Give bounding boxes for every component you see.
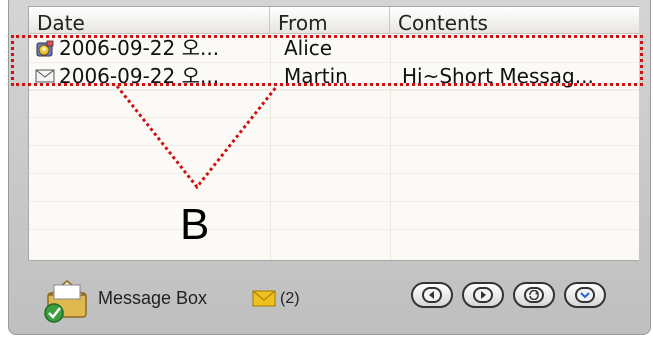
- annotation-label: B: [180, 200, 210, 249]
- refresh-button[interactable]: [513, 282, 555, 308]
- previous-button[interactable]: [411, 282, 453, 308]
- message-count: (2): [280, 290, 300, 307]
- chevron-down-icon: [580, 292, 590, 299]
- chevron-left-icon: [429, 291, 434, 299]
- refresh-icon: [529, 290, 539, 300]
- message-box-title[interactable]: Message Box: [98, 288, 207, 309]
- next-button[interactable]: [462, 282, 504, 308]
- envelope-count-icon: [252, 288, 276, 312]
- message-box-icon[interactable]: [40, 275, 96, 327]
- dropdown-button[interactable]: [564, 282, 606, 308]
- chevron-right-icon: [481, 291, 486, 299]
